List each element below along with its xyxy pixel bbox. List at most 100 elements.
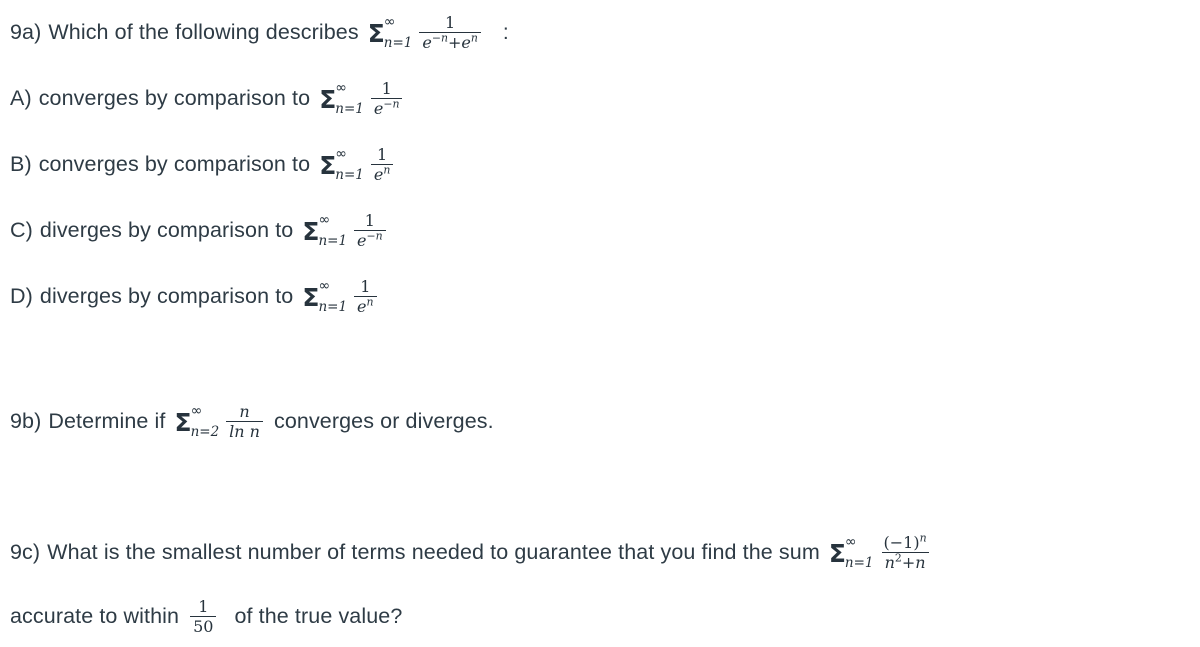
fraction-option-b: 1 en xyxy=(370,145,394,185)
summation-upper-limit: ∞ xyxy=(844,533,857,550)
fraction-numerator: (−1)n xyxy=(881,533,930,552)
denominator-exponent-2: n xyxy=(470,31,478,45)
question-9c-prompt: What is the smallest number of terms nee… xyxy=(47,540,820,565)
summation-lower-limit: n=1 xyxy=(383,35,413,52)
sigma-icon: Σ xyxy=(828,539,846,569)
option-b-label: B) xyxy=(10,152,32,177)
fraction-numerator: 1 xyxy=(364,211,375,230)
fraction-numerator: 1 xyxy=(445,13,456,32)
summation-limits: ∞ n=1 xyxy=(383,14,413,52)
fraction-numerator: 1 xyxy=(381,79,392,98)
denominator-base: e xyxy=(373,165,384,185)
option-a-text: converges by comparison to xyxy=(38,86,311,111)
denominator-exponent: −n xyxy=(383,97,400,111)
summation-symbol: Σ ∞ n=2 xyxy=(174,403,220,441)
question-9c-line2-before: accurate to within xyxy=(10,604,180,629)
denominator-base: e xyxy=(373,99,384,119)
sigma-icon: Σ xyxy=(302,217,320,247)
summation-upper-limit: ∞ xyxy=(318,211,331,228)
denominator-base: e xyxy=(357,231,367,251)
fraction-denominator: 50 xyxy=(190,616,217,636)
expression-option-a: Σ ∞ n=1 1 e−n xyxy=(317,80,406,118)
summation-lower-limit: n=1 xyxy=(318,299,348,316)
summation-symbol: Σ ∞ n=1 xyxy=(367,14,414,52)
fraction-denominator: e−n xyxy=(370,97,403,119)
fraction-denominator: en xyxy=(370,163,394,185)
denominator-tail: +n xyxy=(901,553,926,573)
sigma-icon: Σ xyxy=(174,408,192,438)
denominator-exponent: n xyxy=(383,163,391,177)
question-9b-label: 9b) xyxy=(10,409,42,434)
summation-symbol: Σ ∞ n=1 xyxy=(319,80,365,118)
denominator-base-1: e xyxy=(422,33,432,53)
numerator-base: (−1) xyxy=(883,533,920,552)
sigma-icon: Σ xyxy=(319,151,337,181)
fraction-numerator: n xyxy=(239,402,250,421)
question-9c-line-1: 9c) What is the smallest number of terms… xyxy=(10,533,934,573)
summation-upper-limit: ∞ xyxy=(318,277,331,294)
summation-limits: ∞ n=1 xyxy=(318,278,348,316)
summation-symbol: Σ ∞ n=1 xyxy=(302,212,348,247)
fraction-numerator: 1 xyxy=(198,597,209,616)
summation-lower-limit: n=1 xyxy=(335,101,364,118)
option-c-text: diverges by comparison to xyxy=(39,218,294,243)
option-d-label: D) xyxy=(10,284,33,309)
denominator-base-2: e xyxy=(461,33,471,53)
summation-limits: ∞ n=1 xyxy=(318,212,347,247)
tolerance-expression: 1 50 xyxy=(186,598,220,636)
fraction-9a: 1 e−n+en xyxy=(419,13,481,53)
expression-9c: Σ ∞ n=1 (−1)n n2+n xyxy=(827,533,934,573)
fraction-numerator: 1 xyxy=(377,145,388,164)
fraction-denominator: n2+n xyxy=(881,551,929,573)
sigma-icon: Σ xyxy=(367,19,385,49)
fraction-9c: (−1)n n2+n xyxy=(881,533,930,573)
fraction-tolerance: 1 50 xyxy=(190,597,217,636)
summation-lower-limit: n=1 xyxy=(335,167,364,184)
option-d-text: diverges by comparison to xyxy=(39,284,294,309)
expression-option-d: Σ ∞ n=1 1 en xyxy=(300,278,380,316)
summation-upper-limit: ∞ xyxy=(383,13,396,30)
question-9c-line2-after: of the true value? xyxy=(234,604,403,629)
fraction-denominator: e−n xyxy=(354,230,386,249)
question-9b-prompt-after: converges or diverges. xyxy=(273,409,494,434)
summation-upper-limit: ∞ xyxy=(335,145,347,162)
question-9b: 9b) Determine if Σ ∞ n=2 n ln n converge… xyxy=(10,403,494,441)
option-b[interactable]: B) converges by comparison to Σ ∞ n=1 1 … xyxy=(10,146,397,184)
summation-upper-limit: ∞ xyxy=(190,402,203,419)
fraction-option-c: 1 e−n xyxy=(354,212,386,250)
expression-9b: Σ ∞ n=2 n ln n xyxy=(172,403,267,441)
question-9a: 9a) Which of the following describes Σ ∞… xyxy=(10,14,509,52)
denominator-base: n xyxy=(884,553,895,573)
option-c-label: C) xyxy=(10,218,33,243)
fraction-option-a: 1 e−n xyxy=(370,79,403,119)
expression-option-c: Σ ∞ n=1 1 e−n xyxy=(300,212,389,250)
denominator-exponent-1: −n xyxy=(431,31,448,45)
denominator-exponent: n xyxy=(366,295,374,309)
option-a[interactable]: A) converges by comparison to Σ ∞ n=1 1 … xyxy=(10,80,406,118)
summation-symbol: Σ ∞ n=1 xyxy=(828,534,875,569)
denominator-operator: + xyxy=(447,33,462,53)
expression-9a: Σ ∞ n=1 1 e−n+en xyxy=(366,14,485,52)
summation-lower-limit: n=2 xyxy=(190,424,220,441)
summation-limits: ∞ n=2 xyxy=(190,403,220,441)
fraction-numerator: 1 xyxy=(360,277,371,296)
summation-limits: ∞ n=1 xyxy=(335,80,364,118)
option-b-text: converges by comparison to xyxy=(38,152,311,177)
option-c[interactable]: C) diverges by comparison to Σ ∞ n=1 1 e… xyxy=(10,212,390,250)
fraction-denominator: en xyxy=(354,295,377,315)
question-9b-prompt-before: Determine if xyxy=(48,409,166,434)
fraction-9b: n ln n xyxy=(226,403,263,441)
question-9a-label: 9a) xyxy=(10,20,42,45)
question-9a-prompt: Which of the following describes xyxy=(48,20,359,45)
sigma-icon: Σ xyxy=(302,283,320,313)
fraction-denominator: e−n+en xyxy=(419,31,481,53)
summation-upper-limit: ∞ xyxy=(335,79,347,96)
denominator-exponent: 2 xyxy=(894,551,902,565)
fraction-option-d: 1 en xyxy=(354,277,377,316)
summation-lower-limit: n=1 xyxy=(844,555,874,572)
summation-symbol: Σ ∞ n=1 xyxy=(302,278,348,316)
option-a-label: A) xyxy=(10,86,32,111)
option-d[interactable]: D) diverges by comparison to Σ ∞ n=1 1 e… xyxy=(10,278,381,316)
expression-option-b: Σ ∞ n=1 1 en xyxy=(317,146,397,184)
question-9a-colon: : xyxy=(502,20,509,44)
